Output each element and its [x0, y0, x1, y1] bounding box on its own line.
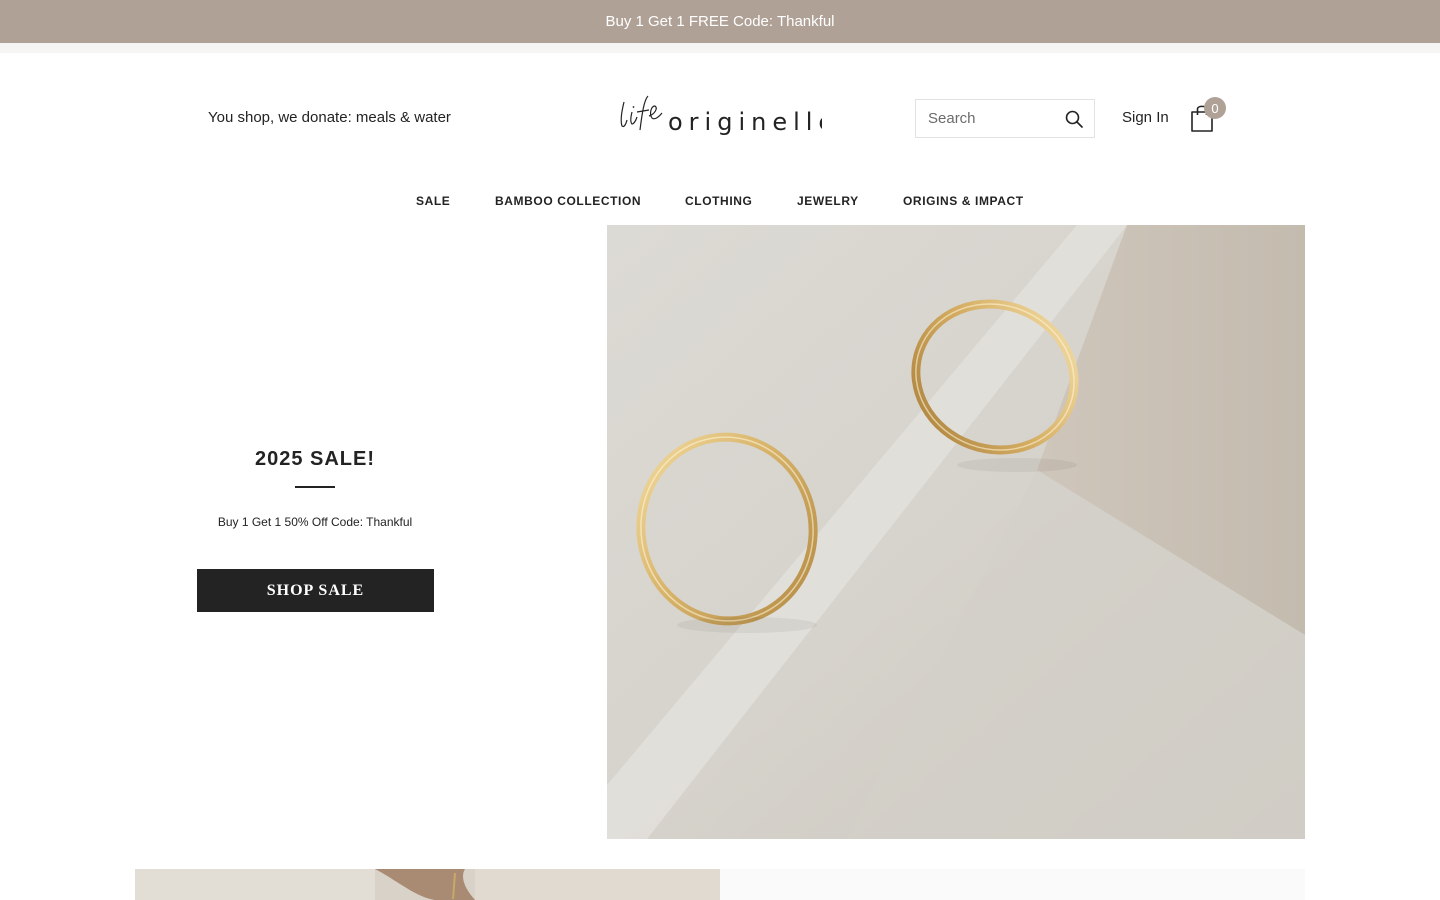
promo-divider	[295, 486, 335, 488]
nav-item-origins-impact[interactable]: ORIGINS & IMPACT	[903, 194, 1024, 208]
collection-panel-right	[720, 869, 1305, 900]
shop-sale-button[interactable]: SHOP SALE	[197, 569, 434, 612]
nav-item-clothing[interactable]: CLOTHING	[685, 194, 752, 208]
hero-image[interactable]	[607, 225, 1305, 839]
search-icon[interactable]	[1064, 109, 1084, 129]
logo-script-word: life	[620, 101, 622, 103]
search-box	[915, 99, 1095, 138]
main-nav: SALE BAMBOO COLLECTION CLOTHING JEWELRY …	[0, 194, 1440, 212]
promo-subtitle: Buy 1 Get 1 50% Off Code: Thankful	[217, 515, 413, 529]
nav-item-sale[interactable]: SALE	[416, 194, 450, 208]
search-input[interactable]	[916, 100, 1058, 137]
announcement-text: Buy 1 Get 1 FREE Code: Thankful	[605, 13, 835, 30]
nav-item-bamboo-collection[interactable]: BAMBOO COLLECTION	[495, 194, 641, 208]
cart-count-badge: 0	[1204, 97, 1226, 119]
announcement-spacer	[0, 43, 1440, 53]
header-tagline: You shop, we donate: meals & water	[208, 109, 451, 126]
sign-in-link[interactable]: Sign In	[1122, 109, 1169, 126]
site-logo[interactable]: originelle life	[618, 86, 833, 138]
logo-wordmark: originelle	[668, 108, 822, 136]
nav-item-jewelry[interactable]: JEWELRY	[797, 194, 859, 208]
announcement-bar: Buy 1 Get 1 FREE Code: Thankful	[0, 0, 1440, 43]
gold-hoop-earrings-photo	[607, 225, 1305, 839]
model-photo	[135, 869, 720, 900]
promo-title: 2025 SALE!	[254, 448, 376, 470]
collection-image-left[interactable]	[135, 869, 720, 900]
